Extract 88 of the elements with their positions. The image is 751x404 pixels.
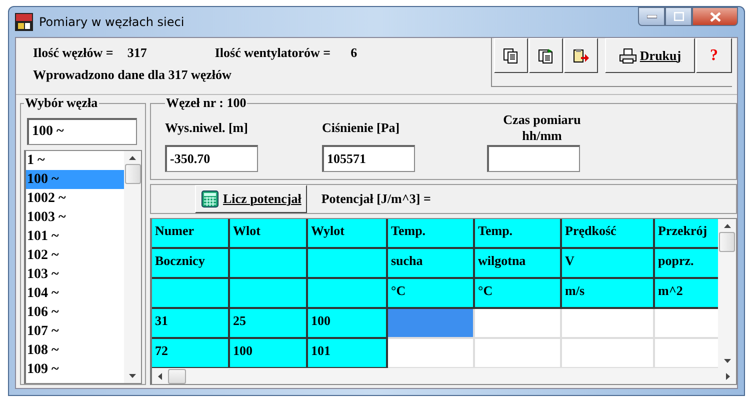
- group-title: Węzeł nr : 100: [165, 95, 248, 111]
- input-field[interactable]: -350.70: [165, 145, 258, 172]
- calculate-button[interactable]: Licz potencjał: [195, 185, 308, 213]
- input-field[interactable]: [487, 145, 580, 172]
- table-cell[interactable]: [562, 339, 655, 368]
- documents-arrow-icon: [538, 48, 554, 64]
- status-text: Wprowadzono dane dla 317 węzłów: [33, 67, 232, 83]
- calculator-icon: [201, 190, 219, 208]
- scrollbar[interactable]: [152, 368, 736, 384]
- table-cell: 72: [152, 339, 230, 368]
- fan-count-value: 6: [350, 45, 358, 61]
- list-item[interactable]: 106 ~: [26, 303, 124, 322]
- list-item[interactable]: 102 ~: [26, 246, 124, 265]
- header-cell: m/s: [562, 279, 655, 309]
- arrow-down-icon[interactable]: [724, 359, 730, 363]
- header-cell: Wlot: [230, 219, 308, 249]
- arrow-left-icon[interactable]: [158, 372, 162, 380]
- field-label: Czas pomiaru hh/mm: [502, 111, 582, 145]
- paste-button[interactable]: [529, 38, 563, 73]
- table-cell: 100: [230, 339, 308, 368]
- list-item[interactable]: 100 ~: [26, 170, 124, 189]
- list-item[interactable]: 109 ~: [26, 360, 124, 379]
- arrow-up-icon[interactable]: [724, 224, 730, 228]
- input-field[interactable]: 105571: [322, 145, 415, 172]
- header-cell: Temp.: [388, 219, 475, 249]
- header-cell: °C: [388, 279, 475, 309]
- table-cell: 25: [230, 309, 308, 339]
- print-button[interactable]: Drukuj: [605, 38, 695, 73]
- table-cell: 31: [152, 309, 230, 339]
- header-cell: Wylot: [308, 219, 388, 249]
- node-count-label: Ilość węzłów =: [33, 45, 114, 61]
- list-item[interactable]: 103 ~: [26, 265, 124, 284]
- table-cell[interactable]: [655, 309, 718, 339]
- documents-icon: [503, 48, 519, 64]
- header-cell: °C: [475, 279, 562, 309]
- list-item[interactable]: 1003 ~: [26, 208, 124, 227]
- list-item[interactable]: 104 ~: [26, 284, 124, 303]
- maximize-icon: [674, 12, 684, 21]
- list-item[interactable]: 1 ~: [26, 151, 124, 170]
- arrow-down-icon[interactable]: [129, 374, 136, 378]
- fan-count-label: Ilość wentylatorów =: [214, 45, 331, 61]
- table-cell[interactable]: [388, 309, 475, 339]
- import-button[interactable]: [564, 38, 598, 73]
- table-cell[interactable]: [475, 339, 562, 368]
- table-cell: 101: [308, 339, 388, 368]
- header-cell: Przekrój: [655, 219, 718, 249]
- header-cell: Bocznicy: [152, 249, 230, 279]
- table-cell: 100: [308, 309, 388, 339]
- help-button[interactable]: ?: [696, 38, 732, 73]
- minimize-icon: [646, 14, 656, 18]
- list-item[interactable]: 1002 ~: [26, 189, 124, 208]
- minimize-button[interactable]: [638, 7, 665, 26]
- group-title: Wybór węzła: [24, 95, 99, 111]
- clipboard-arrow-icon: [573, 48, 589, 64]
- header-cell: poprz.: [655, 249, 718, 279]
- scrollbar-thumb[interactable]: [124, 164, 140, 184]
- header-cell: wilgotna: [475, 249, 562, 279]
- table-cell[interactable]: [475, 309, 562, 339]
- scrollbar-thumb[interactable]: [719, 232, 735, 252]
- copy-button[interactable]: [494, 38, 528, 73]
- node-count-value: 317: [127, 45, 147, 61]
- field-label: Wys.niwel. [m]: [165, 119, 248, 137]
- header-cell: Numer: [152, 219, 230, 249]
- maximize-button[interactable]: [665, 7, 692, 26]
- table-cell[interactable]: [562, 309, 655, 339]
- table-cell[interactable]: [388, 339, 475, 368]
- list-item[interactable]: 108 ~: [26, 341, 124, 360]
- printer-icon: [618, 48, 637, 64]
- arrow-up-icon[interactable]: [129, 156, 136, 160]
- potential-label: Potencjał [J/m^3] =: [321, 191, 431, 207]
- field-label: Ciśnienie [Pa]: [322, 119, 400, 137]
- scrollbar-thumb[interactable]: [168, 368, 186, 384]
- node-field[interactable]: 100 ~: [27, 118, 137, 145]
- arrow-right-icon[interactable]: [726, 372, 730, 380]
- header-cell: Temp.: [475, 219, 562, 249]
- close-icon: [710, 12, 720, 22]
- header-cell: m^2: [655, 279, 718, 309]
- window-title: Pomiary w węzłach sieci: [39, 15, 184, 29]
- scrollbar[interactable]: [718, 219, 736, 368]
- header-cell: V: [562, 249, 655, 279]
- list-item[interactable]: 107 ~: [26, 322, 124, 341]
- header-cell: sucha: [388, 249, 475, 279]
- app-icon: [15, 13, 33, 31]
- scrollbar[interactable]: [124, 151, 141, 383]
- list-item[interactable]: 101 ~: [26, 227, 124, 246]
- table-cell[interactable]: [655, 339, 718, 368]
- close-button[interactable]: [692, 7, 738, 26]
- header-cell: Prędkość: [562, 219, 655, 249]
